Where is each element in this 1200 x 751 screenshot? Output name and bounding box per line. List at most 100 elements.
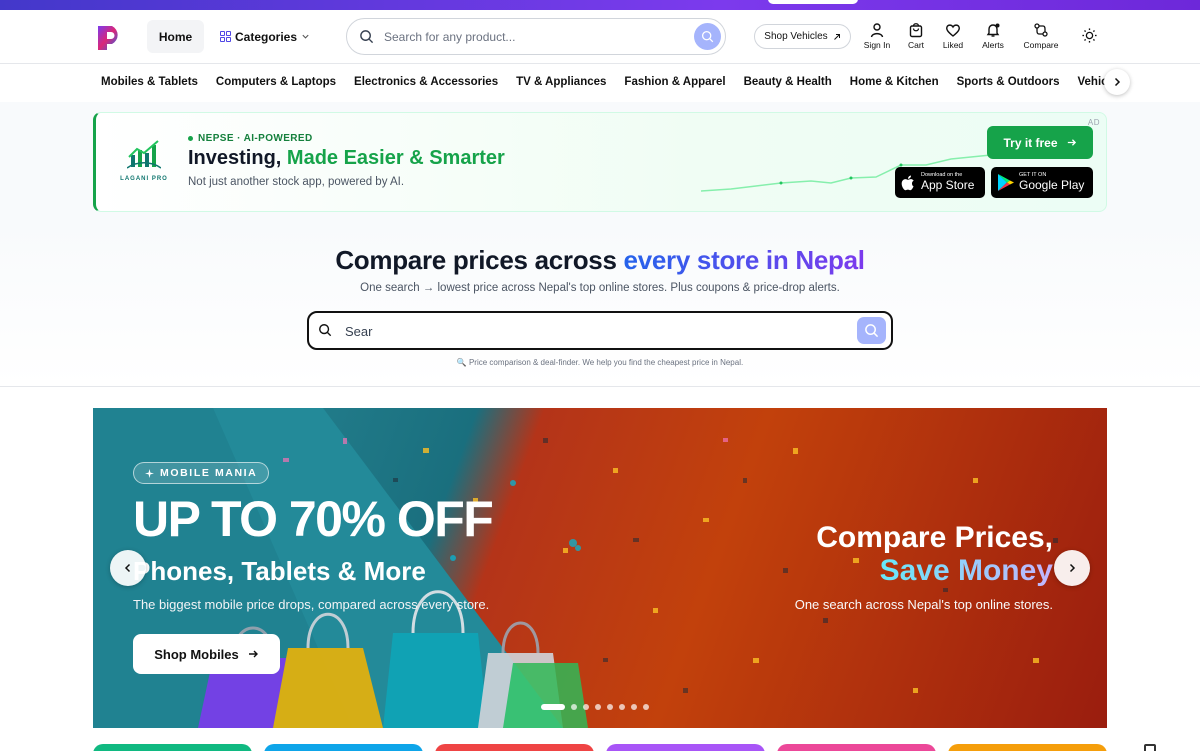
google-play-button[interactable]: GET IT ON Google Play	[991, 167, 1093, 198]
carousel-pagination	[541, 704, 649, 710]
ad-headline: Investing, Made Easier & Smarter	[188, 147, 505, 170]
category-tile[interactable]	[606, 744, 765, 751]
arrow-right-icon	[248, 650, 258, 658]
hero-title: Compare prices across every store in Nep…	[0, 245, 1200, 276]
category-tile[interactable]	[264, 744, 423, 751]
category-nav-item[interactable]: Mobiles & Tablets	[101, 76, 198, 88]
try-it-free-button[interactable]: Try it free	[987, 126, 1093, 159]
category-tile[interactable]	[93, 744, 252, 751]
external-arrow-icon	[833, 33, 840, 40]
category-tile[interactable]	[777, 744, 936, 751]
category-nav: Mobiles & Tablets Computers & Laptops Elec…	[0, 64, 1200, 102]
grid-icon	[220, 31, 231, 42]
hero-search-input[interactable]	[345, 322, 825, 340]
top-promo-strip	[0, 0, 1200, 10]
compare-arrows-icon	[1034, 23, 1048, 37]
categories-label: Categories	[235, 29, 298, 44]
shop-mobiles-button[interactable]: Shop Mobiles	[133, 634, 280, 674]
header-search-submit-button[interactable]	[694, 23, 721, 50]
hero-search-submit-button[interactable]	[857, 317, 886, 344]
category-tiles-row	[93, 744, 1107, 751]
app-store-button[interactable]: Download on the App Store	[895, 167, 985, 198]
google-play-icon	[998, 174, 1014, 191]
chat-widget-icon[interactable]	[1144, 744, 1156, 751]
home-nav-button[interactable]: Home	[147, 20, 204, 53]
search-icon	[865, 324, 879, 338]
search-icon	[319, 324, 332, 337]
promo-carousel-slide[interactable]: MOBILE MANIA UP TO 70% OFF Phones, Table…	[93, 408, 1107, 728]
banner-badge-text: MOBILE MANIA	[160, 467, 258, 479]
categories-dropdown-button[interactable]: Categories	[220, 20, 310, 53]
hero-tagline: One search → lowest price across Nepal's…	[360, 282, 840, 294]
category-nav-item[interactable]: Beauty & Health	[744, 76, 832, 88]
carousel-dot[interactable]	[571, 704, 577, 710]
ad-brand-name: LAGANI PRO	[120, 176, 168, 182]
hero-search-bar	[307, 311, 893, 350]
lagani-pro-ad-banner[interactable]: LAGANI PRO NEPSE · AI-POWERED Investing,…	[93, 112, 1107, 212]
chevron-right-icon	[1069, 563, 1076, 573]
ad-section: LAGANI PRO NEPSE · AI-POWERED Investing,…	[0, 102, 1200, 221]
banner-badge: MOBILE MANIA	[133, 462, 270, 484]
category-nav-item[interactable]: Computers & Laptops	[216, 76, 336, 88]
carousel-dot[interactable]	[583, 704, 589, 710]
carousel-dot[interactable]	[619, 704, 625, 710]
chevron-left-icon	[124, 563, 131, 573]
hero-title-plain: Compare prices across	[335, 245, 624, 275]
category-scroll-next-button[interactable]	[1104, 69, 1130, 95]
compare-button[interactable]: Compare	[1019, 22, 1063, 50]
banner-right-line2: Save Money	[879, 554, 1053, 587]
shop-mobiles-label: Shop Mobiles	[154, 646, 239, 662]
compare-label: Compare	[1023, 40, 1059, 50]
chevron-right-icon	[1114, 77, 1121, 87]
cart-label: Cart	[907, 40, 925, 50]
ad-subtext: Not just another stock app, powered by A…	[188, 176, 405, 188]
user-icon	[870, 23, 884, 38]
carousel-dot[interactable]	[631, 704, 637, 710]
sign-in-button[interactable]: Sign In	[855, 22, 899, 50]
try-it-free-label: Try it free	[1003, 135, 1058, 150]
ad-headline-plain: Investing,	[188, 147, 287, 169]
brand-logo-icon[interactable]	[96, 24, 124, 52]
banner-right-line1: Compare Prices,	[816, 521, 1053, 554]
liked-button[interactable]: Liked	[931, 22, 975, 50]
search-icon	[360, 30, 374, 44]
bar-chart-logo-icon	[126, 140, 162, 169]
ad-kicker-text: NEPSE · AI-POWERED	[198, 133, 313, 144]
category-nav-item[interactable]: TV & Appliances	[516, 76, 606, 88]
category-tile[interactable]	[435, 744, 594, 751]
alerts-button[interactable]: Alerts	[971, 22, 1015, 50]
bell-icon	[986, 23, 1000, 37]
banner-subheadline: Phones, Tablets & More	[133, 556, 426, 586]
ad-kicker: NEPSE · AI-POWERED	[188, 133, 313, 144]
search-icon	[701, 30, 714, 43]
category-nav-item[interactable]: Home & Kitchen	[850, 76, 939, 88]
header-search-bar	[346, 18, 726, 55]
top-strip-pill[interactable]	[768, 0, 858, 4]
category-nav-item[interactable]: Sports & Outdoors	[957, 76, 1060, 88]
hero-search-section: Compare prices across every store in Nep…	[0, 221, 1200, 387]
arrow-right-icon	[1067, 139, 1076, 146]
header-search-input[interactable]	[384, 27, 684, 47]
banner-description: The biggest mobile price drops, compared…	[133, 597, 490, 612]
lagani-pro-logo: LAGANI PRO	[114, 139, 174, 182]
sign-in-label: Sign In	[863, 40, 891, 50]
carousel-dot[interactable]	[541, 704, 565, 710]
banner-headline: UP TO 70% OFF	[133, 491, 494, 547]
category-tile[interactable]	[948, 744, 1107, 751]
carousel-dot[interactable]	[607, 704, 613, 710]
alerts-label: Alerts	[982, 40, 1004, 50]
google-play-big-text: Google Play	[1019, 177, 1085, 192]
chevron-down-icon	[302, 34, 309, 39]
sun-theme-toggle-icon[interactable]	[1081, 27, 1098, 44]
carousel-prev-button[interactable]	[110, 550, 146, 586]
apple-icon	[901, 175, 914, 190]
category-nav-item[interactable]: Electronics & Accessories	[354, 76, 498, 88]
shop-vehicles-button[interactable]: Shop Vehicles	[754, 24, 851, 49]
category-nav-item[interactable]: Fashion & Apparel	[624, 76, 725, 88]
carousel-next-button[interactable]	[1054, 550, 1090, 586]
hero-title-accent: every store in Nepal	[623, 245, 865, 275]
banner-right-line3: One search across Nepal's top online sto…	[794, 597, 1053, 612]
cart-bag-icon	[909, 23, 923, 38]
carousel-dot[interactable]	[643, 704, 649, 710]
carousel-dot[interactable]	[595, 704, 601, 710]
